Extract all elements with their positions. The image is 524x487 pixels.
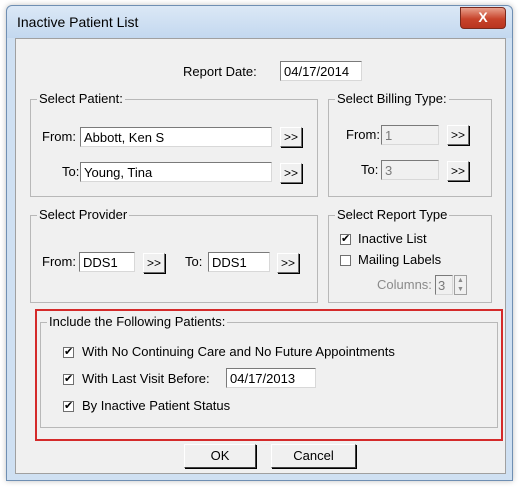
patient-to-browse-button[interactable]: >>	[280, 163, 302, 183]
select-report-type-caption: Select Report Type	[335, 207, 450, 222]
provider-from-label: From:	[42, 254, 76, 269]
no-continuing-care-checkbox[interactable]: ✔	[63, 347, 74, 358]
billing-from-field[interactable]: 1	[381, 125, 439, 145]
last-visit-date-field[interactable]: 04/17/2013	[226, 368, 316, 388]
billing-from-label: From:	[346, 127, 380, 142]
report-date-field[interactable]: 04/17/2014	[280, 61, 362, 81]
mailing-labels-checkbox[interactable]	[340, 255, 351, 266]
inactive-list-label: Inactive List	[358, 231, 427, 246]
provider-to-label: To:	[185, 254, 203, 269]
patient-from-label: From:	[42, 129, 76, 144]
inactive-list-checkbox[interactable]: ✔	[340, 234, 351, 245]
billing-from-browse-button[interactable]: >>	[447, 125, 469, 145]
window-title: Inactive Patient List	[17, 14, 139, 30]
patient-from-field[interactable]: Abbott, Ken S	[80, 127, 272, 147]
spin-up-icon[interactable]: ▲	[455, 276, 466, 285]
columns-field[interactable]: 3	[435, 275, 453, 295]
report-date-label: Report Date:	[183, 64, 257, 79]
billing-to-label: To:	[361, 162, 379, 177]
last-visit-checkbox[interactable]: ✔	[63, 374, 74, 385]
patient-to-field[interactable]: Young, Tina	[80, 162, 272, 182]
include-patients-caption: Include the Following Patients:	[47, 314, 228, 329]
select-provider-caption: Select Provider	[37, 207, 130, 222]
cancel-button[interactable]: Cancel	[271, 444, 356, 468]
dialog-client-area: Report Date: 04/17/2014 Select Patient: …	[15, 38, 506, 474]
provider-from-field[interactable]: DDS1	[79, 252, 135, 272]
patient-from-browse-button[interactable]: >>	[280, 127, 302, 147]
mailing-labels-label: Mailing Labels	[358, 252, 442, 267]
select-billing-type-group: Select Billing Type:	[328, 91, 492, 197]
title-bar[interactable]: Inactive Patient List X	[7, 6, 512, 38]
select-patient-group: Select Patient:	[30, 91, 318, 197]
spin-down-icon[interactable]: ▼	[455, 285, 466, 294]
close-button[interactable]: X	[460, 7, 506, 29]
last-visit-label: With Last Visit Before:	[82, 371, 210, 386]
provider-to-browse-button[interactable]: >>	[277, 253, 299, 273]
select-billing-type-caption: Select Billing Type:	[335, 91, 449, 106]
dialog-window: Inactive Patient List X Report Date: 04/…	[6, 5, 513, 481]
patient-to-label: To:	[62, 164, 80, 179]
columns-spinner[interactable]: ▲ ▼	[454, 275, 467, 295]
provider-to-field[interactable]: DDS1	[208, 252, 270, 272]
columns-label: Columns:	[377, 277, 432, 292]
inactive-status-checkbox[interactable]: ✔	[63, 401, 74, 412]
billing-to-browse-button[interactable]: >>	[447, 161, 469, 181]
no-continuing-care-label: With No Continuing Care and No Future Ap…	[82, 344, 395, 359]
inactive-status-label: By Inactive Patient Status	[82, 398, 231, 413]
ok-button[interactable]: OK	[184, 444, 256, 468]
billing-to-field[interactable]: 3	[381, 160, 439, 180]
provider-from-browse-button[interactable]: >>	[143, 253, 165, 273]
select-patient-caption: Select Patient:	[37, 91, 125, 106]
